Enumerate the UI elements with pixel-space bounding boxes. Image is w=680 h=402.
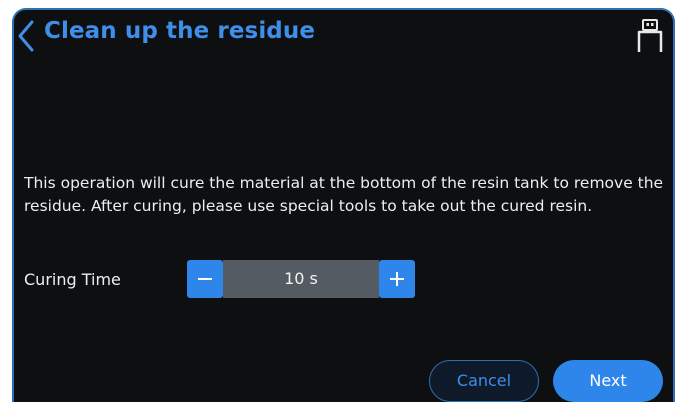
cancel-button[interactable]: Cancel [429, 360, 539, 402]
usb-button[interactable] [635, 18, 665, 54]
back-button[interactable] [14, 16, 40, 56]
next-button[interactable]: Next [553, 360, 663, 402]
chevron-left-icon [18, 20, 34, 52]
increment-button[interactable] [379, 260, 415, 298]
decrement-button[interactable] [187, 260, 223, 298]
usb-icon [637, 19, 663, 52]
plus-icon [390, 272, 404, 286]
curing-time-stepper: 10 s [187, 260, 415, 298]
header: Clean up the residue [14, 10, 673, 60]
dialog-screen: Clean up the residue This operation will… [12, 8, 675, 402]
minus-icon [198, 278, 212, 280]
curing-time-label: Curing Time [24, 270, 121, 289]
curing-time-value: 10 s [223, 260, 379, 298]
page-title: Clean up the residue [44, 18, 316, 44]
description-text: This operation will cure the material at… [24, 174, 664, 215]
